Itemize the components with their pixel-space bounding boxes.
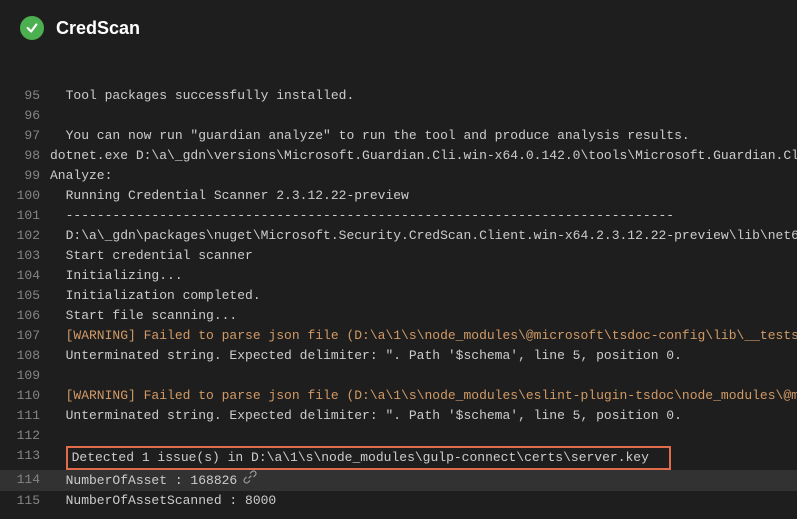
line-content: NumberOfAssetScanned : 8000	[50, 491, 797, 511]
line-number: 113	[0, 446, 50, 470]
line-content: Running Credential Scanner 2.3.12.22-pre…	[50, 186, 797, 206]
line-number: 112	[0, 426, 50, 446]
line-content: Initialization completed.	[50, 286, 797, 306]
line-content: NumberOfAsset : 168826	[50, 470, 797, 491]
line-content: Start file scanning...	[50, 306, 797, 326]
warning-text: [WARNING] Failed to parse json file (D:\…	[50, 328, 797, 343]
line-content: Tool packages successfully installed.	[50, 86, 797, 106]
success-check-icon	[20, 16, 44, 40]
line-number: 105	[0, 286, 50, 306]
line-content: Initializing...	[50, 266, 797, 286]
log-line: 98dotnet.exe D:\a\_gdn\versions\Microsof…	[0, 146, 797, 166]
log-line: 115 NumberOfAssetScanned : 8000	[0, 491, 797, 511]
line-number: 110	[0, 386, 50, 406]
link-icon[interactable]	[243, 470, 257, 491]
header: CredScan	[0, 0, 797, 56]
log-line: 103 Start credential scanner	[0, 246, 797, 266]
line-content: Unterminated string. Expected delimiter:…	[50, 346, 797, 366]
line-number: 95	[0, 86, 50, 106]
line-number: 98	[0, 146, 50, 166]
line-content: Analyze:	[50, 166, 797, 186]
line-number: 115	[0, 491, 50, 511]
warning-text: [WARNING] Failed to parse json file (D:\…	[50, 388, 797, 403]
line-number: 114	[0, 470, 50, 491]
log-line: 102 D:\a\_gdn\packages\nuget\Microsoft.S…	[0, 226, 797, 246]
line-content: [WARNING] Failed to parse json file (D:\…	[50, 326, 797, 346]
log-line: 105 Initialization completed.	[0, 286, 797, 306]
log-line: 107 [WARNING] Failed to parse json file …	[0, 326, 797, 346]
log-line: 100 Running Credential Scanner 2.3.12.22…	[0, 186, 797, 206]
detection-highlight: Detected 1 issue(s) in D:\a\1\s\node_mod…	[66, 446, 671, 470]
line-content: Unterminated string. Expected delimiter:…	[50, 406, 797, 426]
line-number: 109	[0, 366, 50, 386]
line-number: 101	[0, 206, 50, 226]
log-line: 112	[0, 426, 797, 446]
line-number: 100	[0, 186, 50, 206]
log-line: 97 You can now run "guardian analyze" to…	[0, 126, 797, 146]
log-line: 113 Detected 1 issue(s) in D:\a\1\s\node…	[0, 446, 797, 470]
log-line: 96	[0, 106, 797, 126]
line-content: ----------------------------------------…	[50, 206, 797, 226]
line-number: 111	[0, 406, 50, 426]
log-line: 101 ------------------------------------…	[0, 206, 797, 226]
line-number: 107	[0, 326, 50, 346]
line-content: [WARNING] Failed to parse json file (D:\…	[50, 386, 797, 406]
page-title: CredScan	[56, 18, 140, 39]
log-line: 111 Unterminated string. Expected delimi…	[0, 406, 797, 426]
log-line: 114 NumberOfAsset : 168826	[0, 470, 797, 491]
line-content	[50, 366, 797, 386]
line-number: 106	[0, 306, 50, 326]
line-content	[50, 426, 797, 446]
log-output[interactable]: 95 Tool packages successfully installed.…	[0, 56, 797, 511]
log-line: 109	[0, 366, 797, 386]
line-number: 103	[0, 246, 50, 266]
line-content: dotnet.exe D:\a\_gdn\versions\Microsoft.…	[50, 146, 797, 166]
log-line: 95 Tool packages successfully installed.	[0, 86, 797, 106]
line-number: 102	[0, 226, 50, 246]
log-line: 99Analyze:	[0, 166, 797, 186]
line-number: 108	[0, 346, 50, 366]
line-number: 96	[0, 106, 50, 126]
line-content	[50, 106, 797, 126]
line-number: 99	[0, 166, 50, 186]
line-number: 97	[0, 126, 50, 146]
log-line: 106 Start file scanning...	[0, 306, 797, 326]
line-content: D:\a\_gdn\packages\nuget\Microsoft.Secur…	[50, 226, 797, 246]
log-line: 108 Unterminated string. Expected delimi…	[0, 346, 797, 366]
line-content: You can now run "guardian analyze" to ru…	[50, 126, 797, 146]
line-content: Detected 1 issue(s) in D:\a\1\s\node_mod…	[50, 446, 797, 470]
line-number: 104	[0, 266, 50, 286]
log-line: 104 Initializing...	[0, 266, 797, 286]
line-content: Start credential scanner	[50, 246, 797, 266]
log-line: 110 [WARNING] Failed to parse json file …	[0, 386, 797, 406]
